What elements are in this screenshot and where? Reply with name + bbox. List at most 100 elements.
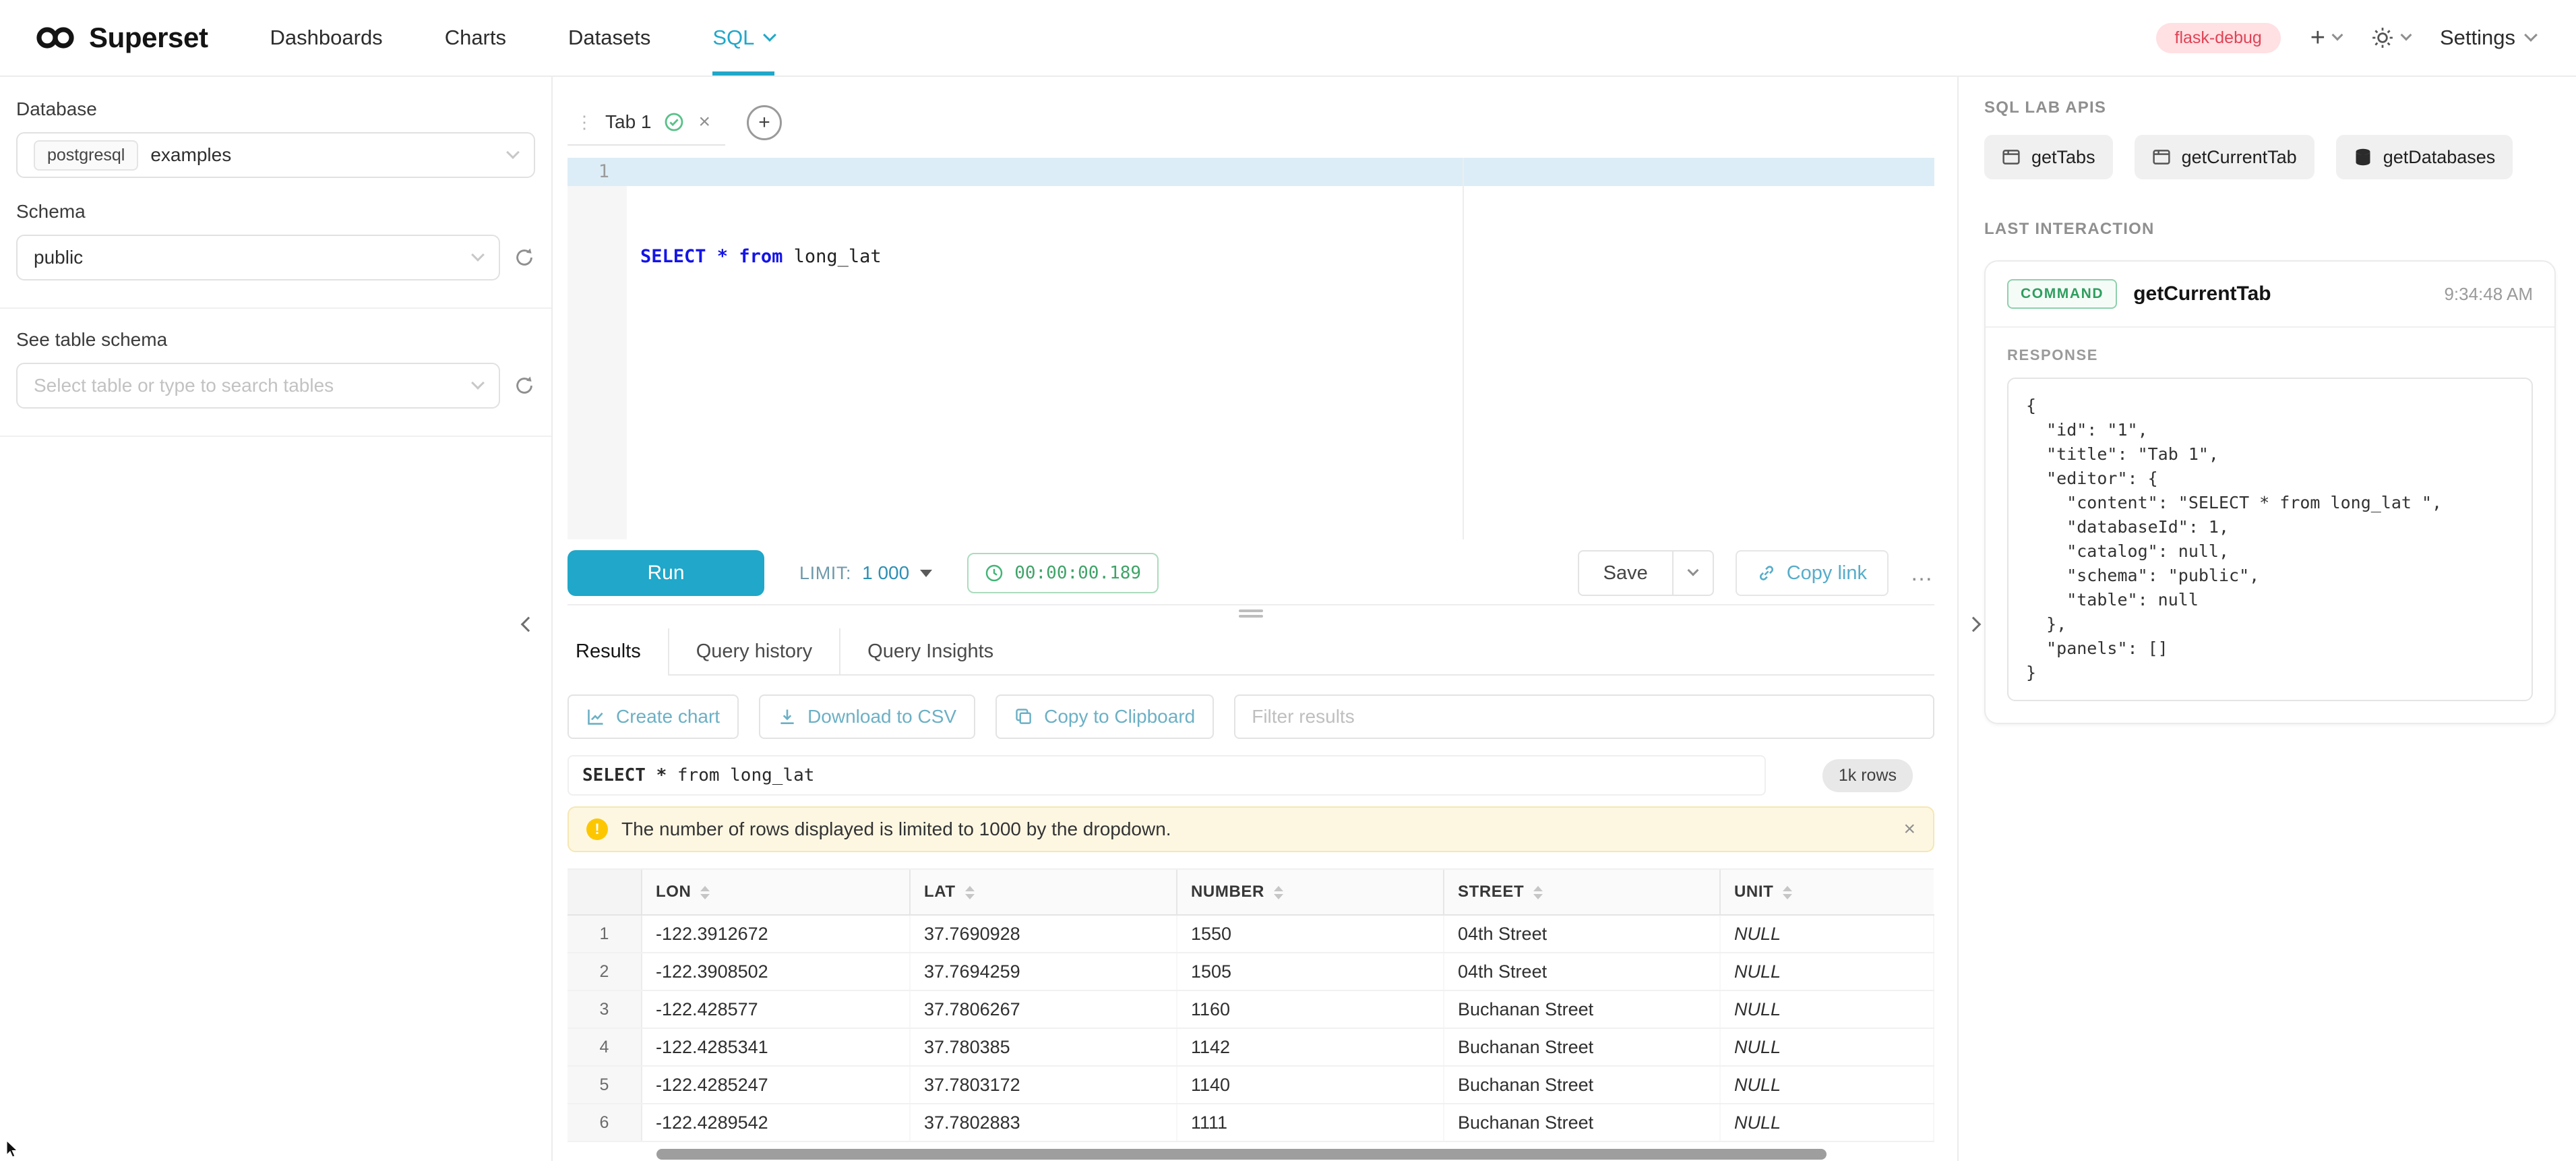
clock-icon [985, 564, 1004, 583]
cell-number: 1505 [1177, 953, 1444, 990]
editor-toolbar: Run LIMIT: 1 000 00:00:00.189 Save Copy … [568, 547, 1934, 599]
tab-saved-check-icon [664, 112, 684, 132]
sort-icon [700, 886, 710, 899]
cell-lat: 37.7806267 [910, 990, 1177, 1028]
more-options-button[interactable]: … [1910, 560, 1934, 587]
getdatabases-button[interactable]: getDatabases [2336, 135, 2513, 179]
chart-icon [586, 707, 605, 726]
limit-label: LIMIT: [799, 563, 851, 584]
editor-code-area[interactable]: SELECT * from long_lat [627, 158, 1934, 539]
sql-editor[interactable]: 1 SELECT * from long_lat [568, 158, 1934, 539]
line-number: 1 [568, 158, 609, 186]
editor-tab[interactable]: ⋮ Tab 1 × [568, 100, 725, 146]
tab-query-insights[interactable]: Query Insights [839, 628, 1020, 674]
gettabs-button[interactable]: getTabs [1984, 135, 2113, 179]
response-label: RESPONSE [2007, 347, 2533, 364]
copy-link-button[interactable]: Copy link [1736, 550, 1889, 596]
getcurrenttab-button[interactable]: getCurrentTab [2135, 135, 2314, 179]
panel-divider [568, 604, 1934, 628]
sort-icon [1274, 886, 1283, 899]
plus-icon: + [758, 113, 770, 133]
run-query-button[interactable]: Run [568, 550, 764, 596]
tab-query-history[interactable]: Query history [668, 628, 839, 674]
settings-menu[interactable]: Settings [2440, 26, 2536, 50]
limit-dropdown[interactable]: LIMIT: 1 000 [799, 562, 932, 584]
download-icon [778, 707, 797, 726]
sql-keyword: SELECT [640, 246, 717, 267]
chevron-down-icon [763, 28, 776, 42]
add-tab-button[interactable]: + [747, 105, 782, 140]
nav-charts[interactable]: Charts [445, 0, 506, 76]
column-header-lon[interactable]: LON [642, 869, 910, 915]
navbar: Superset Dashboards Charts Datasets SQL … [0, 0, 2576, 77]
database-type-tag: postgresql [34, 140, 138, 171]
chevron-down-icon [2524, 28, 2538, 42]
refresh-icon [514, 247, 535, 268]
refresh-schemas-button[interactable] [514, 247, 535, 268]
cell-lon: -122.4289542 [642, 1104, 910, 1141]
theme-dropdown[interactable] [2371, 26, 2410, 49]
cell-unit: NULL [1720, 953, 1934, 990]
getdatabases-label: getDatabases [2383, 147, 2496, 168]
table-row[interactable]: 2 -122.3908502 37.7694259 1505 04th Stre… [568, 953, 1934, 990]
column-header-unit[interactable]: UNIT [1720, 869, 1934, 915]
cell-number: 1140 [1177, 1066, 1444, 1104]
dismiss-warning-icon[interactable]: × [1903, 818, 1915, 841]
schema-value: public [34, 247, 83, 268]
superset-sqllab-app: Superset Dashboards Charts Datasets SQL … [0, 0, 2576, 1161]
nav-sql-label: SQL [712, 26, 754, 50]
table-row[interactable]: 4 -122.4285341 37.780385 1142 Buchanan S… [568, 1028, 1934, 1066]
chevron-left-icon [521, 617, 536, 632]
table-select[interactable]: Select table or type to search tables [16, 363, 500, 409]
warning-text: The number of rows displayed is limited … [621, 818, 1171, 840]
cell-street: Buchanan Street [1444, 990, 1720, 1028]
cell-unit: NULL [1720, 1104, 1934, 1141]
superset-logo-icon [35, 24, 75, 51]
superset-logo[interactable]: Superset [35, 0, 208, 76]
database-select[interactable]: postgresql examples [16, 132, 535, 178]
cell-street: 04th Street [1444, 915, 1720, 953]
column-header-number[interactable]: NUMBER [1177, 869, 1444, 915]
api-buttons: getTabs getCurrentTab getDatabases [1984, 135, 2556, 179]
horizontal-scrollbar[interactable] [656, 1149, 1827, 1160]
save-options-button[interactable] [1674, 550, 1714, 596]
editor-gutter: 1 [568, 158, 627, 539]
create-chart-button[interactable]: Create chart [568, 694, 739, 739]
refresh-tables-button[interactable] [514, 375, 535, 396]
table-row[interactable]: 1 -122.3912672 37.7690928 1550 04th Stre… [568, 915, 1934, 953]
editor-tabbar: ⋮ Tab 1 × + [568, 100, 1934, 146]
copy-clipboard-button[interactable]: Copy to Clipboard [995, 694, 1214, 739]
collapse-api-panel-button[interactable] [1963, 614, 1984, 635]
save-split-button: Save [1578, 550, 1714, 596]
tab-results[interactable]: Results [568, 628, 668, 674]
sql-operator: * [717, 246, 739, 267]
table-row[interactable]: 5 -122.4285247 37.7803172 1140 Buchanan … [568, 1066, 1934, 1104]
table-row[interactable]: 3 -122.428577 37.7806267 1160 Buchanan S… [568, 990, 1934, 1028]
drag-handle-icon: ⋮ [576, 112, 593, 133]
gettabs-label: getTabs [2031, 147, 2095, 168]
panel-resize-handle[interactable] [1239, 609, 1263, 628]
save-button[interactable]: Save [1578, 550, 1674, 596]
cell-street: Buchanan Street [1444, 1104, 1720, 1141]
command-name: getCurrentTab [2133, 282, 2271, 305]
interaction-card-header: COMMAND getCurrentTab 9:34:48 AM [1986, 262, 2554, 328]
refresh-icon [514, 375, 535, 396]
column-header-street[interactable]: STREET [1444, 869, 1720, 915]
close-tab-icon[interactable]: × [699, 111, 711, 133]
sort-icon [1783, 886, 1792, 899]
collapse-sidebar-button[interactable] [518, 614, 539, 635]
nav-sql[interactable]: SQL [712, 0, 774, 76]
nav-dashboards[interactable]: Dashboards [270, 0, 383, 76]
nav-datasets[interactable]: Datasets [568, 0, 650, 76]
add-new-dropdown[interactable]: + [2310, 25, 2341, 51]
table-row[interactable]: 6 -122.4289542 37.7802883 1111 Buchanan … [568, 1104, 1934, 1141]
table-select-placeholder: Select table or type to search tables [34, 375, 334, 396]
download-csv-button[interactable]: Download to CSV [759, 694, 975, 739]
cell-lat: 37.780385 [910, 1028, 1177, 1066]
row-number-column-header [568, 869, 642, 915]
schema-select[interactable]: public [16, 235, 500, 280]
sql-identifier: long_lat [794, 246, 882, 267]
print-margin-line [1463, 158, 1464, 539]
filter-results-input[interactable] [1234, 694, 1934, 739]
column-header-lat[interactable]: LAT [910, 869, 1177, 915]
